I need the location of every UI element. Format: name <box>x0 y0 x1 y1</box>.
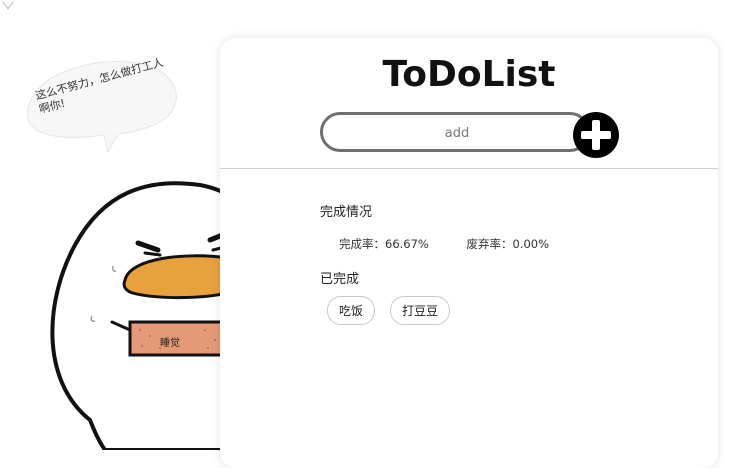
completed-item[interactable]: 吃饭 <box>327 296 376 325</box>
completed-section-title: 已完成 <box>320 272 360 287</box>
completed-item[interactable]: 打豆豆 <box>390 296 451 325</box>
abandon-rate: 废弃率：0.00% <box>467 236 550 252</box>
divider <box>220 168 718 169</box>
completed-list: 吃饭 打豆豆 <box>327 296 460 325</box>
abandon-rate-label: 废弃率： <box>466 237 513 251</box>
add-button[interactable] <box>573 112 619 158</box>
completion-rate: 完成率：66.67% <box>339 236 429 252</box>
status-stats: 完成率：66.67% 废弃率：0.00% <box>339 236 549 252</box>
todo-input[interactable] <box>323 115 591 151</box>
completion-rate-label: 完成率： <box>339 237 385 251</box>
todo-card: ToDoList 完成情况 完成率：66.67% 废弃率：0.00% 已完成 吃… <box>220 38 718 468</box>
status-section-title: 完成情况 <box>320 205 373 220</box>
todo-input-wrapper[interactable] <box>320 112 591 152</box>
completion-rate-value: 66.67% <box>385 237 429 251</box>
abandon-rate-value: 0.00% <box>512 237 550 251</box>
app-title: ToDoList <box>382 54 556 95</box>
mouth-tape-label: 睡觉 <box>160 338 180 349</box>
